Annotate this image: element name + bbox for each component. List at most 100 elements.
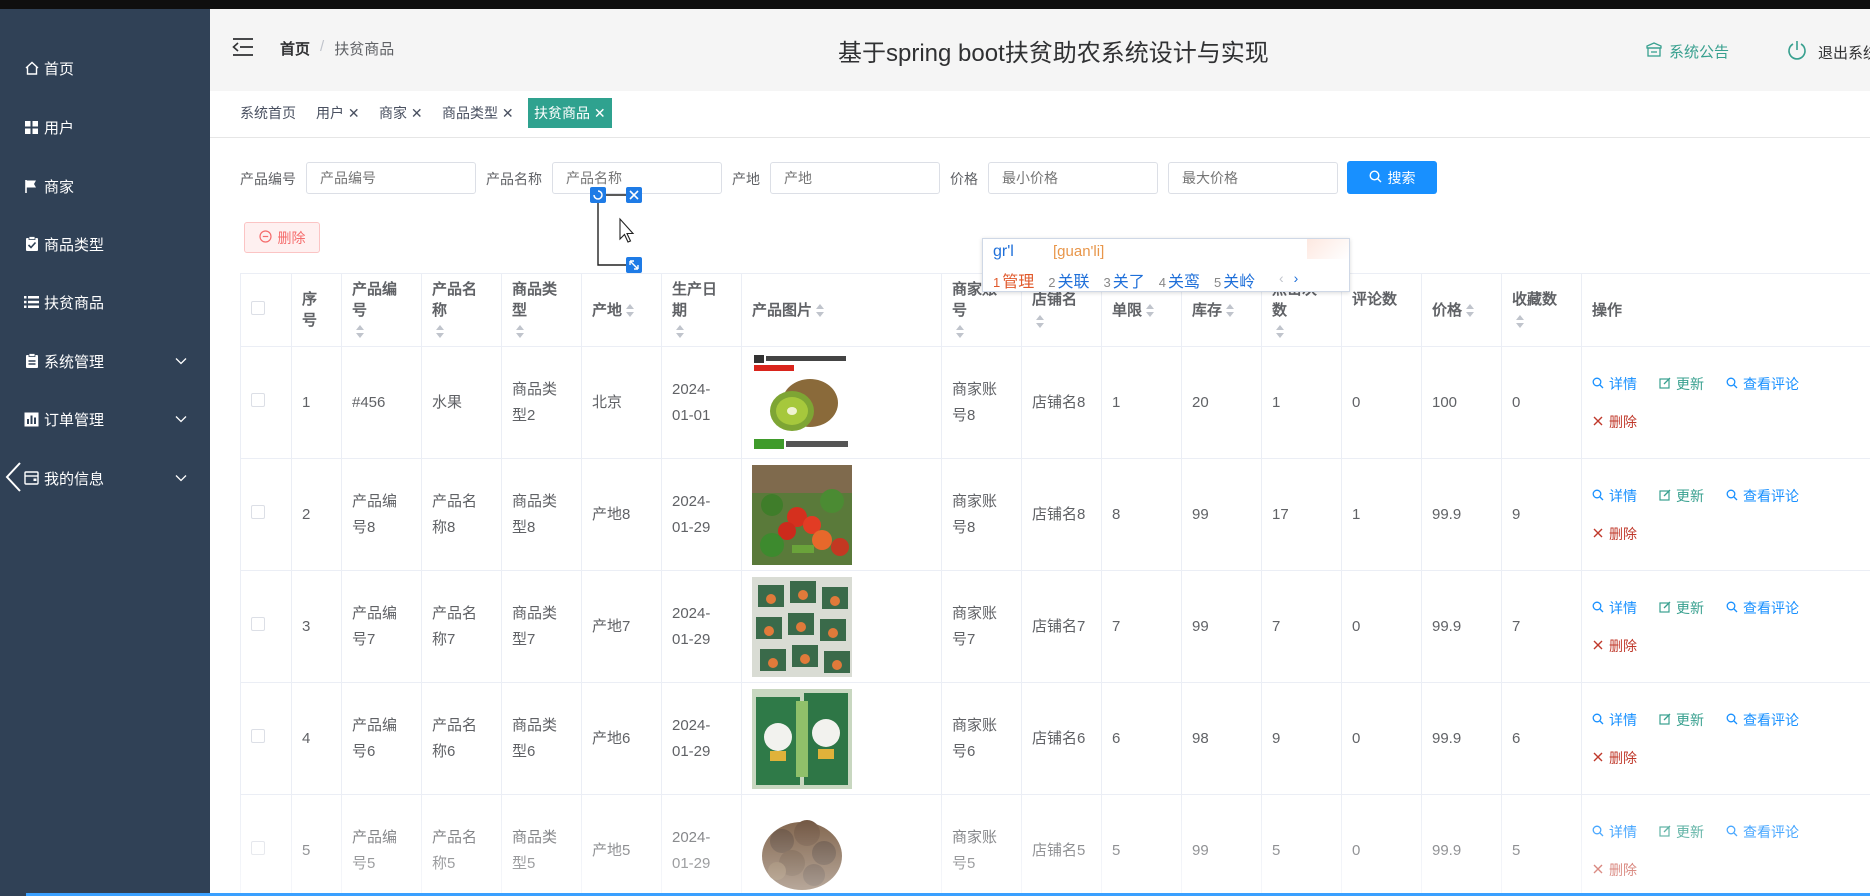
column-header[interactable]: 商品类型 [501,273,582,347]
ime-next-icon[interactable]: › [1294,270,1299,286]
column-header[interactable]: 价格 [1421,273,1502,347]
product-image[interactable] [752,576,931,677]
max-price-input[interactable] [1168,162,1338,194]
menu-fold-icon[interactable] [232,37,254,57]
update-button[interactable]: 更新 [1659,819,1704,845]
view-comments-button[interactable]: 查看评论 [1726,707,1799,733]
close-icon[interactable]: ✕ [348,105,360,121]
row-checkbox[interactable] [251,840,265,855]
sort-icon[interactable] [1466,304,1475,318]
tab-poverty-products[interactable]: 扶贫商品 ✕ [528,98,612,128]
batch-delete-button[interactable]: 删除 [244,222,320,253]
view-comments-button[interactable]: 查看评论 [1726,819,1799,845]
sidebar-item-my-info[interactable]: 我的信息 [0,458,210,498]
row-checkbox[interactable] [251,392,265,407]
update-button[interactable]: 更新 [1659,595,1704,621]
sort-icon[interactable] [1276,325,1284,339]
detail-button[interactable]: 详情 [1592,819,1637,845]
cell-comments: 0 [1341,794,1422,896]
row-checkbox[interactable] [251,616,265,631]
sidebar-item-order-management[interactable]: 订单管理 [0,399,210,439]
delete-button[interactable]: 删除 [1592,857,1870,883]
ime-candidate[interactable]: 3 关了 [1104,268,1145,292]
product-no-input[interactable] [306,162,476,194]
column-header-label: 价格 [1432,301,1463,319]
select-all-checkbox[interactable] [251,300,265,315]
column-header[interactable]: 收藏数 [1501,273,1582,347]
cell-text: 商家账号6 [952,716,998,760]
delete-button[interactable]: 删除 [1592,745,1870,771]
sort-icon[interactable] [1226,304,1235,318]
back-arrow-icon[interactable] [4,461,24,493]
ime-candidate[interactable]: 4 关鸾 [1159,268,1200,292]
delete-button[interactable]: 删除 [1592,521,1870,547]
cell-text: 0 [1512,393,1521,411]
column-header[interactable]: 产品图片 [741,273,942,347]
sort-icon[interactable] [1036,314,1044,328]
update-button[interactable]: 更新 [1659,707,1704,733]
ime-candidate-number: 2 [1048,275,1056,290]
sort-icon[interactable] [436,325,444,339]
cell-no: 产品编号7 [341,570,422,683]
tab-system-home[interactable]: 系统首页 [234,98,302,128]
update-button[interactable]: 更新 [1659,371,1704,397]
system-notice-link[interactable]: 系统公告 [1645,41,1729,62]
sidebar-item-users[interactable]: 用户 [0,107,210,147]
sort-icon[interactable] [626,304,635,318]
origin-input[interactable] [770,162,940,194]
breadcrumb-home[interactable]: 首页 [280,38,310,59]
cell-origin: 产地8 [581,458,662,571]
close-icon[interactable]: ✕ [502,105,514,121]
cell-text: 2024-01-29 [672,828,711,872]
sidebar-item-merchants[interactable]: 商家 [0,166,210,206]
update-button[interactable]: 更新 [1659,483,1704,509]
view-comments-button[interactable]: 查看评论 [1726,371,1799,397]
sort-icon[interactable] [1146,304,1155,318]
column-header[interactable]: 产地 [581,273,662,347]
detail-button[interactable]: 详情 [1592,707,1637,733]
close-icon[interactable]: ✕ [594,105,606,121]
detail-button[interactable]: 详情 [1592,483,1637,509]
row-select-cell [240,794,292,896]
row-checkbox[interactable] [251,504,265,519]
ime-candidate[interactable]: 2 关联 [1048,268,1089,292]
close-icon[interactable]: ✕ [411,105,423,121]
sidebar-item-home[interactable]: 首页 [0,48,210,88]
delete-button[interactable]: 删除 [1592,633,1870,659]
search-button[interactable]: 搜索 [1347,161,1437,194]
column-header[interactable]: 生产日期 [661,273,742,347]
ime-candidate[interactable]: 5 关岭 [1214,268,1255,292]
sort-icon[interactable] [676,325,684,339]
logout-button[interactable]: 退出系统 [1786,39,1870,65]
sidebar-item-system-management[interactable]: 系统管理 [0,341,210,381]
column-header[interactable]: 产品名称 [421,273,502,347]
search-icon [1726,819,1738,845]
product-image[interactable] [752,352,931,453]
ime-candidate[interactable]: 1 管理 [993,268,1034,292]
tab-product-types[interactable]: 商品类型 ✕ [436,98,520,128]
product-image[interactable] [752,800,931,896]
detail-button[interactable]: 详情 [1592,371,1637,397]
sort-icon[interactable] [816,304,825,318]
column-header[interactable]: 产品编号 [341,273,422,347]
cell-origin: 产地7 [581,570,662,683]
view-comments-button[interactable]: 查看评论 [1726,483,1799,509]
product-image[interactable] [752,688,931,789]
product-image[interactable] [752,464,931,565]
row-checkbox[interactable] [251,728,265,743]
ime-prev-icon[interactable]: ‹ [1279,270,1284,286]
floating-resize-widget[interactable] [590,185,642,273]
tab-merchants[interactable]: 商家 ✕ [373,98,429,128]
sidebar-item-product-types[interactable]: 商品类型 [0,224,210,264]
sort-icon[interactable] [1516,314,1524,328]
delete-button[interactable]: 删除 [1592,409,1870,435]
cell-text: 产品编号6 [352,716,398,760]
sort-icon[interactable] [356,325,364,339]
tab-users[interactable]: 用户 ✕ [310,98,366,128]
sort-icon[interactable] [516,325,524,339]
sidebar-item-poverty-products[interactable]: 扶贫商品 [0,282,210,322]
detail-button[interactable]: 详情 [1592,595,1637,621]
min-price-input[interactable] [988,162,1158,194]
view-comments-button[interactable]: 查看评论 [1726,595,1799,621]
sort-icon[interactable] [956,325,964,339]
